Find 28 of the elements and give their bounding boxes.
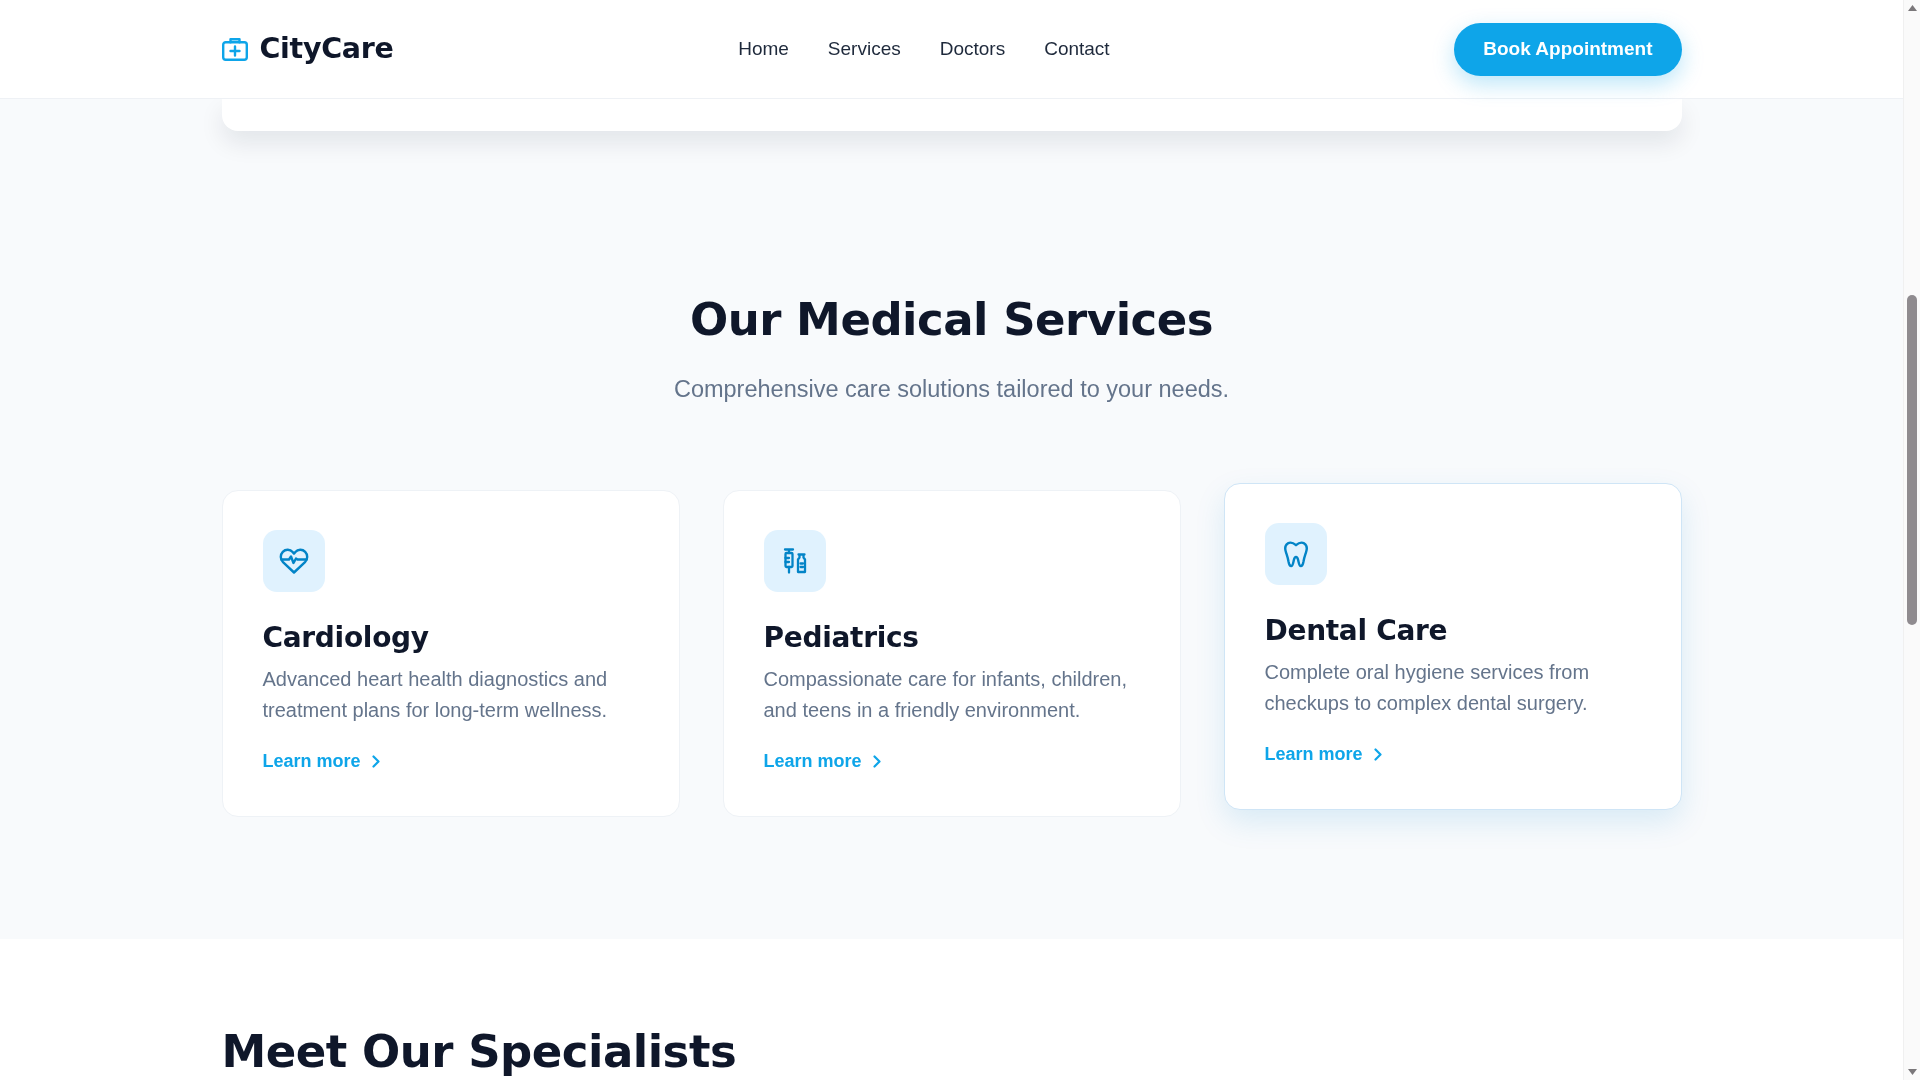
service-card[interactable]: Cardiology Advanced heart health diagnostics and treatment plans for long-term wellness. Learn more xyxy=(221,490,680,818)
nav-link[interactable]: Home xyxy=(738,28,789,70)
chevron-right-icon xyxy=(1373,747,1382,761)
scrollbar[interactable] xyxy=(1903,0,1920,1080)
tooth-icon xyxy=(1264,523,1327,586)
service-title: Pediatrics xyxy=(763,621,920,655)
scroll-down-icon[interactable] xyxy=(1907,1069,1917,1075)
scrollbar-thumb[interactable] xyxy=(1907,295,1917,625)
service-card[interactable]: Pediatrics Compassionate care for infants, children, and teens in a friendly environment. Learn more xyxy=(722,490,1181,818)
nav-link[interactable]: Doctors xyxy=(939,28,1006,70)
service-title: Cardiology xyxy=(262,621,430,655)
medical-case-icon xyxy=(221,37,248,61)
section-title: Our Medical Services xyxy=(688,293,1215,347)
service-title: Dental Care xyxy=(1264,614,1449,648)
section-subtitle: Comprehensive care solutions tailored to your needs. xyxy=(672,375,1231,404)
chevron-right-icon xyxy=(872,754,881,768)
service-description: Advanced heart health diagnostics and treatment plans for long-term wellness. xyxy=(262,666,609,723)
scroll-up-icon[interactable] xyxy=(1907,5,1917,11)
syringe-vial-icon xyxy=(763,530,826,593)
nav-link[interactable]: Contact xyxy=(1044,28,1110,70)
service-description: Compassionate care for infants, children, and teens in a friendly environment. xyxy=(763,666,1128,723)
chevron-right-icon xyxy=(371,754,380,768)
service-card[interactable]: Dental Care Complete oral hygiene services from checkups to complex dental surgery. Learn more xyxy=(1223,483,1682,811)
brand-name[interactable]: CityCare xyxy=(259,27,394,71)
service-description: Complete oral hygiene services from checkups to complex dental surgery. xyxy=(1264,659,1591,716)
section-title: Meet Our Specialists xyxy=(221,1025,737,1080)
heart-pulse-icon xyxy=(262,530,325,593)
nav-link[interactable]: Services xyxy=(827,28,901,70)
